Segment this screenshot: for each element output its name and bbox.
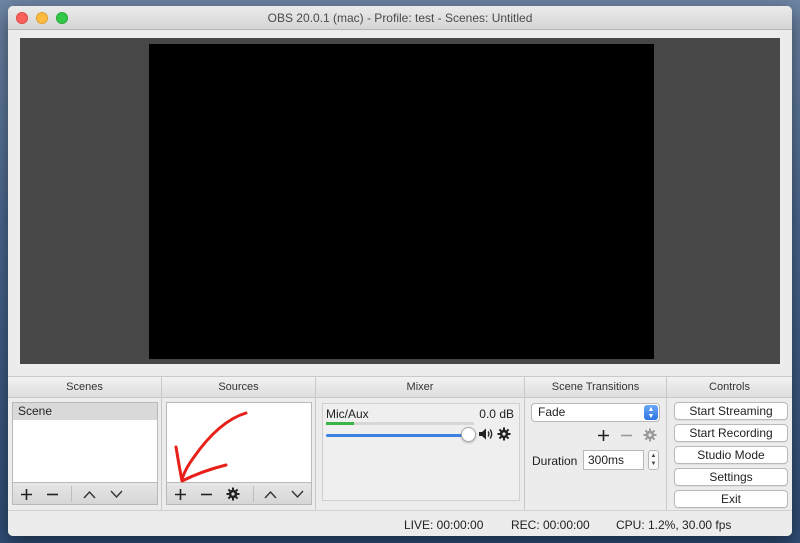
mixer-properties-button[interactable] [496, 426, 512, 442]
duration-input[interactable]: 300ms [583, 450, 644, 470]
move-scene-up-button[interactable] [79, 485, 99, 503]
chevron-down-icon [109, 490, 123, 498]
select-caret-icon: ▲ ▼ [644, 405, 658, 420]
mixer-channel: Mic/Aux 0.0 dB [322, 403, 520, 501]
speaker-icon [479, 428, 493, 440]
start-recording-button[interactable]: Start Recording [674, 424, 788, 442]
sources-toolbar [166, 482, 312, 505]
transition-select[interactable]: Fade ▲ ▼ [531, 403, 660, 422]
cpu-status: CPU: 1.2%, 30.00 fps [616, 518, 732, 532]
exit-button[interactable]: Exit [674, 490, 788, 508]
mixer-channel-level: 0.0 dB [479, 407, 514, 421]
plus-icon [20, 488, 32, 500]
add-source-button[interactable] [170, 485, 190, 503]
chevron-up-icon [82, 490, 96, 498]
preview-canvas[interactable] [149, 44, 654, 359]
minus-icon [46, 493, 58, 495]
studio-mode-button[interactable]: Studio Mode [674, 446, 788, 464]
title-bar[interactable]: OBS 20.0.1 (mac) - Profile: test - Scene… [8, 6, 792, 30]
move-source-up-button[interactable] [260, 485, 280, 503]
remove-transition-button[interactable] [616, 426, 636, 444]
scenes-header: Scenes [8, 377, 161, 398]
vu-meter-fill [326, 422, 354, 425]
start-streaming-button[interactable]: Start Streaming [674, 402, 788, 420]
volume-slider-knob[interactable] [461, 427, 476, 442]
toolbar-separator [253, 486, 254, 502]
duration-label: Duration [532, 454, 578, 468]
minus-icon [620, 434, 632, 436]
sources-list[interactable] [166, 402, 312, 483]
plus-icon [597, 429, 609, 441]
gear-icon [497, 427, 511, 441]
source-properties-button[interactable] [223, 485, 243, 503]
window-title: OBS 20.0.1 (mac) - Profile: test - Scene… [267, 11, 533, 25]
mixer-channel-name: Mic/Aux [326, 407, 369, 421]
gear-icon [643, 428, 657, 442]
duration-stepper[interactable]: ▲ ▼ [648, 450, 659, 470]
scenes-dock: Scenes Scene [8, 377, 162, 511]
gear-icon [226, 487, 240, 501]
move-source-down-button[interactable] [287, 485, 307, 503]
live-status: LIVE: 00:00:00 [404, 518, 484, 532]
rec-status: REC: 00:00:00 [511, 518, 590, 532]
scene-item[interactable]: Scene [13, 403, 157, 420]
transition-select-value: Fade [538, 405, 566, 419]
add-transition-button[interactable] [593, 426, 613, 444]
add-scene-button[interactable] [16, 485, 36, 503]
scene-transitions-dock: Scene Transitions Fade ▲ ▼ Duration 300m… [525, 377, 667, 511]
chevron-down-icon [290, 490, 304, 498]
obs-main-window: OBS 20.0.1 (mac) - Profile: test - Scene… [8, 6, 792, 536]
status-bar: LIVE: 00:00:00 REC: 00:00:00 CPU: 1.2%, … [8, 510, 792, 536]
transition-properties-button[interactable] [640, 426, 660, 444]
sources-dock: Sources [162, 377, 316, 511]
minus-icon [200, 493, 212, 495]
volume-slider-track[interactable] [326, 434, 468, 437]
vu-meter [326, 422, 474, 425]
mute-button[interactable] [478, 426, 494, 442]
toolbar-separator [71, 486, 72, 502]
settings-button[interactable]: Settings [674, 468, 788, 486]
chevron-up-icon [263, 490, 277, 498]
plus-icon [174, 488, 186, 500]
scenes-toolbar [12, 482, 158, 505]
scene-transitions-header: Scene Transitions [525, 377, 666, 398]
mixer-dock: Mixer Mic/Aux 0.0 dB [316, 377, 525, 511]
sources-header: Sources [162, 377, 315, 398]
remove-scene-button[interactable] [42, 485, 62, 503]
mixer-header: Mixer [316, 377, 524, 398]
preview-area [20, 38, 780, 364]
controls-dock: Controls Start Streaming Start Recording… [667, 377, 792, 511]
dock-row: Scenes Scene Sources Mixer Mic/Aux 0.0 d… [8, 376, 792, 511]
controls-header: Controls [667, 377, 792, 398]
scenes-list[interactable]: Scene [12, 402, 158, 483]
remove-source-button[interactable] [196, 485, 216, 503]
move-scene-down-button[interactable] [106, 485, 126, 503]
